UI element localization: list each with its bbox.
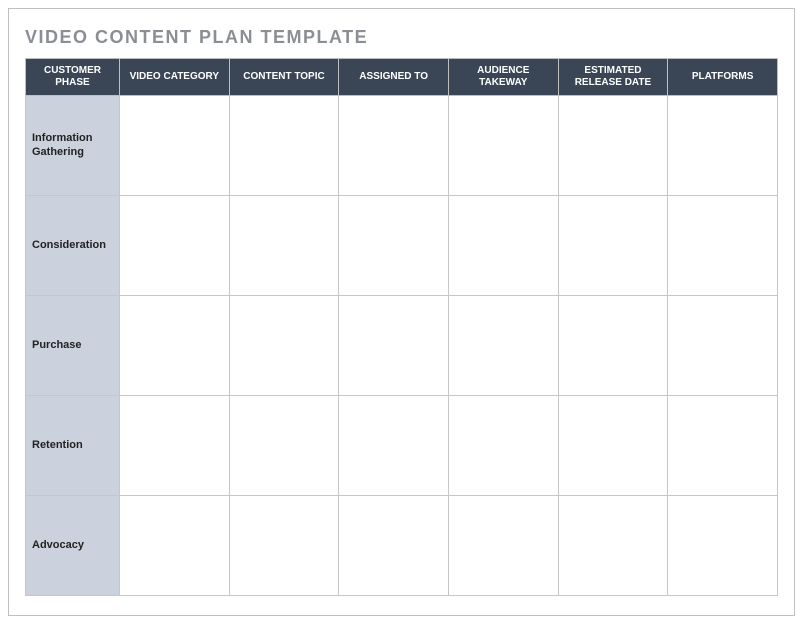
cell-video-category[interactable] [120, 396, 230, 496]
cell-content-topic[interactable] [229, 296, 339, 396]
phase-cell: Advocacy [26, 496, 120, 596]
plan-table: CUSTOMER PHASE VIDEO CATEGORY CONTENT TO… [25, 58, 778, 596]
table-row: Information Gathering [26, 96, 778, 196]
document-frame: VIDEO CONTENT PLAN TEMPLATE CUSTOMER PHA… [8, 8, 795, 616]
cell-content-topic[interactable] [229, 396, 339, 496]
phase-cell: Retention [26, 396, 120, 496]
cell-platforms[interactable] [668, 396, 778, 496]
cell-video-category[interactable] [120, 496, 230, 596]
cell-audience-takeaway[interactable] [448, 396, 558, 496]
cell-audience-takeaway[interactable] [448, 196, 558, 296]
cell-assigned-to[interactable] [339, 496, 449, 596]
cell-release-date[interactable] [558, 496, 668, 596]
cell-video-category[interactable] [120, 96, 230, 196]
page-title: VIDEO CONTENT PLAN TEMPLATE [25, 27, 778, 48]
cell-video-category[interactable] [120, 196, 230, 296]
col-header-customer-phase: CUSTOMER PHASE [26, 59, 120, 96]
cell-platforms[interactable] [668, 96, 778, 196]
col-header-audience-takeaway: AUDIENCE TAKEWAY [448, 59, 558, 96]
table-row: Advocacy [26, 496, 778, 596]
cell-content-topic[interactable] [229, 96, 339, 196]
cell-release-date[interactable] [558, 96, 668, 196]
cell-audience-takeaway[interactable] [448, 496, 558, 596]
phase-cell: Purchase [26, 296, 120, 396]
cell-assigned-to[interactable] [339, 396, 449, 496]
cell-audience-takeaway[interactable] [448, 296, 558, 396]
cell-release-date[interactable] [558, 196, 668, 296]
col-header-content-topic: CONTENT TOPIC [229, 59, 339, 96]
cell-assigned-to[interactable] [339, 296, 449, 396]
cell-assigned-to[interactable] [339, 96, 449, 196]
cell-platforms[interactable] [668, 496, 778, 596]
cell-audience-takeaway[interactable] [448, 96, 558, 196]
cell-assigned-to[interactable] [339, 196, 449, 296]
cell-release-date[interactable] [558, 396, 668, 496]
col-header-assigned-to: ASSIGNED TO [339, 59, 449, 96]
table-row: Purchase [26, 296, 778, 396]
table-header: CUSTOMER PHASE VIDEO CATEGORY CONTENT TO… [26, 59, 778, 96]
col-header-release-date: ESTIMATED RELEASE DATE [558, 59, 668, 96]
phase-cell: Information Gathering [26, 96, 120, 196]
table-row: Retention [26, 396, 778, 496]
col-header-video-category: VIDEO CATEGORY [120, 59, 230, 96]
table-body: Information Gathering Consideration Purc… [26, 96, 778, 596]
cell-platforms[interactable] [668, 296, 778, 396]
phase-cell: Consideration [26, 196, 120, 296]
table-row: Consideration [26, 196, 778, 296]
cell-content-topic[interactable] [229, 196, 339, 296]
cell-platforms[interactable] [668, 196, 778, 296]
cell-release-date[interactable] [558, 296, 668, 396]
cell-video-category[interactable] [120, 296, 230, 396]
cell-content-topic[interactable] [229, 496, 339, 596]
col-header-platforms: PLATFORMS [668, 59, 778, 96]
